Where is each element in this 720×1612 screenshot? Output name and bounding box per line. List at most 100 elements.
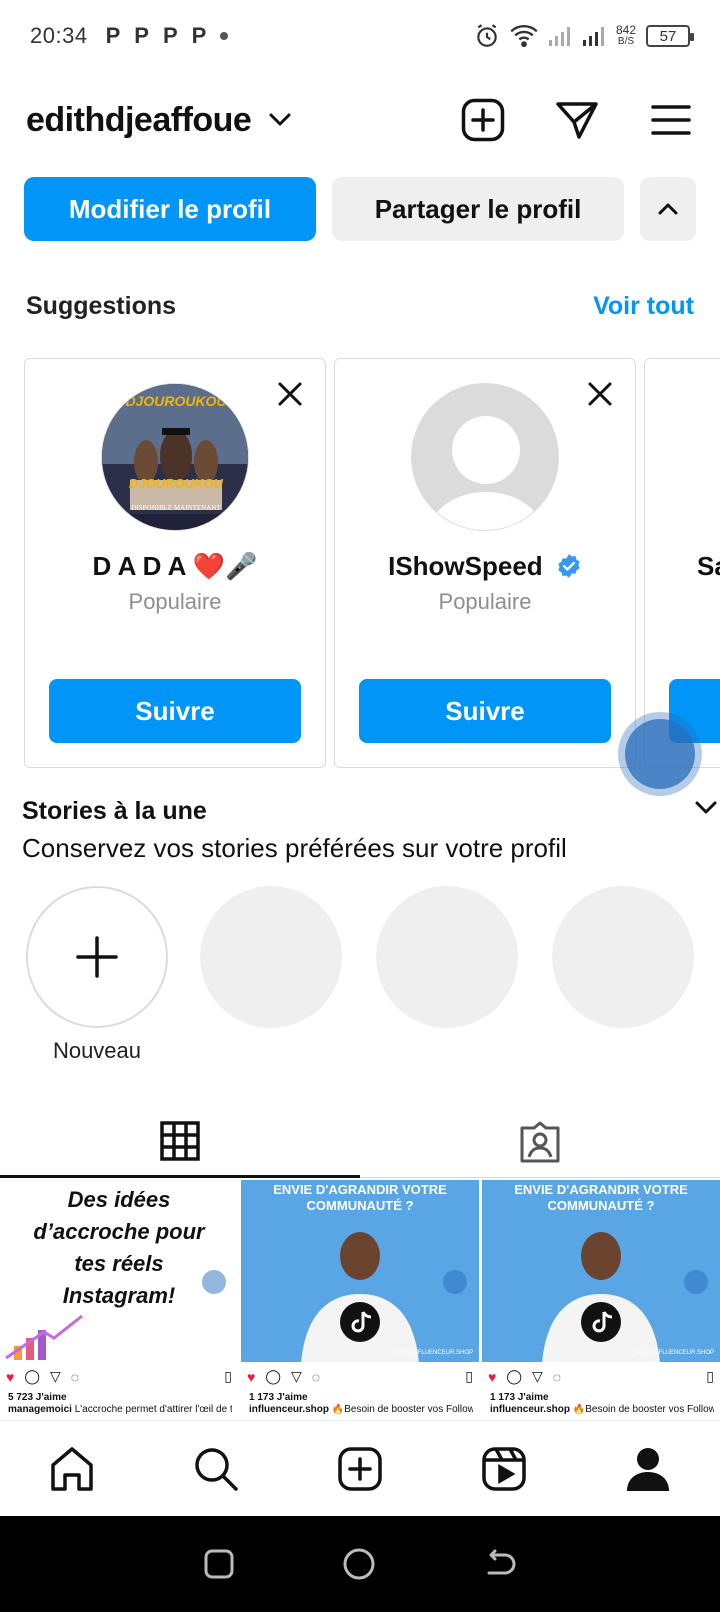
like-icon: ♥ [247, 1368, 256, 1385]
chevron-up-icon [658, 203, 678, 215]
create-plus-icon[interactable] [460, 97, 506, 143]
wifi-icon [510, 25, 538, 48]
post-footer-url: WWW.INFLUENCEUR.SHOP [393, 1350, 473, 1356]
save-icon: ▯ [465, 1368, 473, 1384]
post-image: ENVIE D'AGRANDIR VOTRE COMMUNAUTÉ ? WWW.… [241, 1180, 479, 1362]
profile-header: edithdjeaffoue [26, 88, 694, 152]
highlight-placeholder [200, 886, 342, 1028]
touch-indicator [684, 1270, 708, 1294]
profile-icon[interactable] [624, 1445, 672, 1493]
tagged-icon [520, 1121, 560, 1163]
post-image: Des idées d’accroche pour tes réels Inst… [0, 1180, 238, 1362]
signal-icon [582, 27, 604, 46]
net-speed-value: 842 [615, 23, 636, 37]
toggle-suggestions-button[interactable] [640, 177, 696, 241]
person-illustration [542, 1232, 660, 1362]
post-image-text: ENVIE D'AGRANDIR VOTRE COMMUNAUTÉ ? [486, 1182, 716, 1214]
notification-p-icon: P [162, 23, 178, 48]
search-icon[interactable] [192, 1445, 240, 1493]
post-author: influenceur.shop [249, 1404, 330, 1415]
recents-icon[interactable] [203, 1548, 235, 1580]
share-icon: ▽ [49, 1368, 61, 1384]
suggestion-name[interactable]: D A D A ❤️🎤 [25, 551, 325, 582]
share-profile-button[interactable]: Partager le profil [332, 177, 624, 241]
post-thumbnail[interactable]: Des idées d’accroche pour tes réels Inst… [0, 1180, 238, 1420]
bottom-nav [0, 1420, 720, 1516]
chevron-down-icon[interactable] [267, 111, 293, 129]
highlight-placeholder [376, 886, 518, 1028]
post-image-line: COMMUNAUTÉ ? [547, 1198, 655, 1213]
post-caption: influenceur.shop 🔥Besoin de booster vos … [249, 1404, 473, 1415]
highlight-placeholder [552, 886, 694, 1028]
posts-grid: Des idées d’accroche pour tes réels Inst… [0, 1180, 720, 1420]
touch-indicator [202, 1270, 226, 1294]
post-likes: 1 173 J'aime [249, 1392, 308, 1403]
save-icon: ▯ [706, 1368, 714, 1384]
edit-profile-button[interactable]: Modifier le profil [24, 177, 316, 241]
close-icon[interactable] [587, 381, 613, 407]
back-icon[interactable] [483, 1549, 517, 1579]
reels-icon[interactable] [480, 1445, 528, 1493]
post-likes: 5 723 J'aime [8, 1392, 67, 1403]
suggestion-subtitle: Populaire [128, 589, 222, 614]
save-icon: ▯ [224, 1368, 232, 1384]
post-image-text: Des idées d’accroche pour tes réels Inst… [8, 1184, 230, 1312]
new-highlight-button[interactable] [26, 886, 168, 1028]
share-icon: ▽ [290, 1368, 302, 1384]
status-time: 20:34 [30, 23, 88, 48]
like-icon: ♥ [488, 1368, 497, 1385]
follow-button[interactable]: Suivre [359, 679, 611, 743]
comment-icon: ◯ [265, 1368, 281, 1384]
suggestion-name-row: IShowSpeed [335, 551, 635, 582]
post-thumbnail[interactable]: ENVIE D'AGRANDIR VOTRE COMMUNAUTÉ ? WWW.… [241, 1180, 479, 1420]
touch-indicator [443, 1270, 467, 1294]
avatar-title-bottom: DJOUROUKOU [129, 476, 224, 491]
notification-icons: P P P P [106, 23, 229, 49]
post-image: ENVIE D'AGRANDIR VOTRE COMMUNAUTÉ ? WWW.… [482, 1180, 720, 1362]
suggestion-name[interactable]: IShowSpeed [388, 551, 543, 581]
avatar[interactable]: DJOUROUKOU DJOUROUKOU DISPONIBLE MAINTEN… [101, 383, 249, 531]
post-author: managemoici [8, 1404, 72, 1415]
comment-icon: ◯ [506, 1368, 522, 1384]
whatsapp-icon: ◌ [70, 1368, 80, 1385]
direct-message-icon[interactable] [554, 97, 600, 143]
post-caption-text: 🔥Besoin de booster vos Followers, [331, 1404, 473, 1415]
notification-p-icon: P [191, 23, 207, 48]
tab-posts-grid[interactable] [0, 1106, 360, 1178]
home-circle-icon[interactable] [342, 1547, 376, 1581]
chevron-down-icon[interactable] [694, 800, 718, 816]
post-image-line: ENVIE D'AGRANDIR VOTRE [273, 1182, 447, 1197]
post-actions: ♥ ◯ ▽ ◌ ▯ [6, 1368, 232, 1385]
create-icon[interactable] [336, 1445, 384, 1493]
growth-chart-icon [5, 1314, 83, 1360]
post-caption-text: 🔥Besoin de booster vos Followers, [572, 1404, 714, 1415]
see-all-link[interactable]: Voir tout [593, 292, 694, 321]
post-image-text: ENVIE D'AGRANDIR VOTRE COMMUNAUTÉ ? [245, 1182, 475, 1214]
post-image-line: COMMUNAUTÉ ? [306, 1198, 414, 1213]
net-speed: 842 B/S [616, 24, 636, 48]
suggestion-card[interactable]: DJOUROUKOU DJOUROUKOU DISPONIBLE MAINTEN… [24, 358, 326, 768]
close-icon[interactable] [277, 381, 303, 407]
suggestion-card[interactable]: IShowSpeed Populaire Suivre [334, 358, 636, 768]
suggestion-name[interactable]: Sa [697, 551, 720, 582]
suggestion-subtitle: Populaire [438, 589, 532, 614]
username[interactable]: edithdjeaffoue [26, 101, 252, 140]
avatar-title-top: DJOUROUKOU [125, 393, 227, 409]
post-thumbnail[interactable]: ENVIE D'AGRANDIR VOTRE COMMUNAUTÉ ? WWW.… [482, 1180, 720, 1420]
battery-icon: 57 [646, 25, 694, 47]
post-image-line: ENVIE D'AGRANDIR VOTRE [514, 1182, 688, 1197]
avatar[interactable] [411, 383, 559, 531]
post-author: influenceur.shop [490, 1404, 571, 1415]
person-illustration [301, 1232, 419, 1362]
post-likes: 1 173 J'aime [490, 1392, 549, 1403]
suggestion-card[interactable]: Sa [644, 358, 720, 768]
post-image-line: d’accroche pour [33, 1219, 205, 1244]
whatsapp-icon: ◌ [552, 1368, 562, 1385]
comment-icon: ◯ [24, 1368, 40, 1384]
post-image-line: tes réels [74, 1251, 164, 1276]
plus-icon [76, 936, 118, 978]
home-icon[interactable] [48, 1445, 96, 1493]
tab-tagged[interactable] [360, 1106, 720, 1178]
menu-icon[interactable] [648, 97, 694, 143]
follow-button[interactable]: Suivre [49, 679, 301, 743]
